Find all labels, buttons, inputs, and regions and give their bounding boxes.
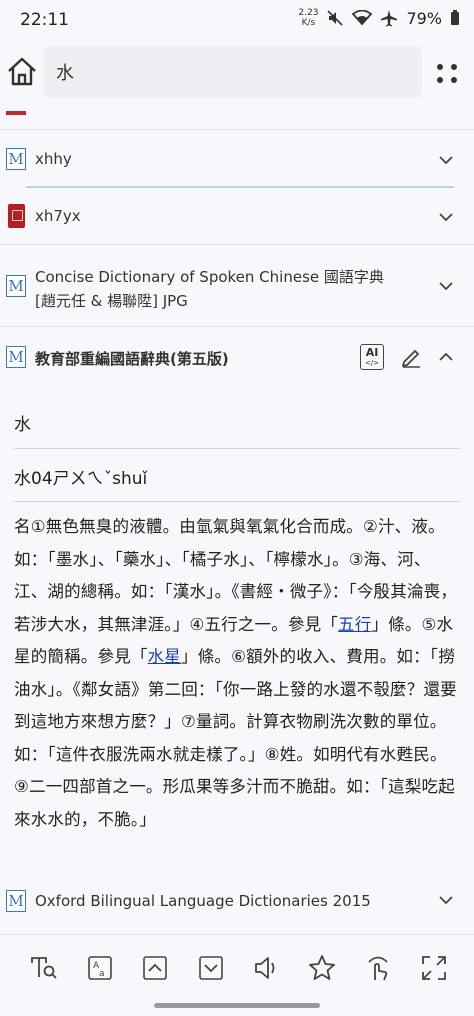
chevron-down-icon[interactable] bbox=[438, 892, 454, 908]
ai-button[interactable]: AI </> bbox=[360, 344, 384, 370]
dictionary-row-xh7yx[interactable]: xh7yx bbox=[0, 188, 474, 244]
dictionary-row-oxford-bilingual[interactable]: M Oxford Bilingual Language Dictionaries… bbox=[0, 874, 474, 932]
entry-headword: 水 bbox=[14, 415, 31, 435]
status-time: 22:11 bbox=[20, 10, 69, 30]
dictionary-name: Oxford Bilingual Language Dictionaries 2… bbox=[35, 892, 371, 910]
cross-reference-link[interactable]: 五行 bbox=[338, 615, 371, 634]
speaker-icon bbox=[255, 957, 275, 979]
dictionary-name: 教育部重編國語辭典(第五版) bbox=[35, 350, 229, 368]
overflow-menu-button[interactable] bbox=[430, 56, 464, 90]
home-icon bbox=[8, 57, 36, 86]
translate-button[interactable]: A a bbox=[85, 953, 115, 983]
status-bar: 22:11 2.23 K/s 79% bbox=[0, 0, 474, 40]
gesture-home-indicator[interactable] bbox=[154, 1003, 320, 1008]
red-book-icon bbox=[8, 204, 25, 228]
m-dictionary-icon: M bbox=[6, 890, 26, 912]
dictionary-row-concise-spoken-chinese[interactable]: M Concise Dictionary of Spoken Chinese 國… bbox=[0, 244, 474, 326]
code-label: </> bbox=[364, 359, 380, 367]
entry-definitions: 名①無色無臭的液體。由氫氣與氧氣化合而成。②汁、液。如：「墨水」、「藥水」、「橘… bbox=[14, 511, 460, 836]
speak-button[interactable] bbox=[252, 953, 282, 983]
wifi-icon bbox=[352, 10, 373, 26]
menu-dots-icon bbox=[430, 56, 464, 90]
battery-percentage: 79% bbox=[406, 8, 442, 28]
definition-text: 」條。⑥額外的收入、費用。如：「撈油水」。《鄰女語》第二回：「你一路上發的水還不… bbox=[14, 647, 457, 829]
bottom-toolbar: A a bbox=[0, 934, 474, 1004]
edit-pencil-icon[interactable] bbox=[400, 346, 422, 368]
previous-entry-icon bbox=[143, 956, 167, 980]
svg-text:a: a bbox=[99, 969, 105, 979]
entry-actions: AI </> bbox=[360, 344, 454, 370]
tap-lookup-icon bbox=[368, 956, 388, 981]
battery-icon bbox=[451, 10, 459, 25]
network-speed-value: 2.23 bbox=[298, 8, 319, 18]
favorite-star-icon bbox=[309, 955, 335, 980]
chevron-up-icon[interactable] bbox=[438, 349, 454, 365]
dictionary-name-line1: Concise Dictionary of Spoken Chinese 國語字… bbox=[35, 268, 384, 286]
chevron-down-icon[interactable] bbox=[438, 209, 454, 225]
chevron-down-icon[interactable] bbox=[438, 152, 454, 168]
m-dictionary-icon: M bbox=[6, 346, 26, 368]
status-icons: 2.23 K/s 79% bbox=[298, 8, 460, 28]
airplane-mode-icon bbox=[381, 10, 398, 27]
previous-dictionary-icon-edge bbox=[6, 111, 26, 115]
translate-icon: A a bbox=[88, 956, 112, 980]
search-input[interactable] bbox=[44, 46, 422, 98]
entry-divider bbox=[14, 501, 460, 502]
dictionary-name: xhhy bbox=[35, 150, 72, 168]
search-row bbox=[0, 44, 474, 102]
dictionary-name-line2: [趙元任 & 楊聯陞] JPG bbox=[35, 292, 188, 310]
m-dictionary-icon: M bbox=[6, 148, 26, 170]
tap-lookup-button[interactable] bbox=[363, 953, 393, 983]
dictionary-name: xh7yx bbox=[35, 207, 81, 225]
text-search-button[interactable] bbox=[29, 953, 59, 983]
mute-icon bbox=[327, 10, 344, 26]
m-dictionary-icon: M bbox=[6, 275, 26, 297]
favorite-button[interactable] bbox=[307, 953, 337, 983]
fullscreen-button[interactable] bbox=[419, 953, 449, 983]
network-speed: 2.23 K/s bbox=[298, 8, 318, 28]
text-search-icon bbox=[31, 957, 57, 979]
network-speed-unit: K/s bbox=[301, 18, 316, 28]
search-box[interactable] bbox=[44, 46, 422, 98]
fullscreen-icon bbox=[422, 956, 446, 980]
chevron-down-icon[interactable] bbox=[438, 278, 454, 294]
previous-entry-button[interactable] bbox=[140, 953, 170, 983]
next-entry-icon bbox=[199, 956, 223, 980]
ai-label: AI bbox=[365, 346, 379, 359]
entry-divider bbox=[14, 448, 460, 449]
next-entry-button[interactable] bbox=[196, 953, 226, 983]
entry-pronunciation: 水04ㄕㄨㄟˇshuǐ bbox=[14, 469, 148, 489]
cross-reference-link[interactable]: 水星 bbox=[148, 647, 181, 666]
dictionary-row-xhhy[interactable]: M xhhy bbox=[0, 129, 474, 187]
home-button[interactable] bbox=[4, 52, 40, 92]
